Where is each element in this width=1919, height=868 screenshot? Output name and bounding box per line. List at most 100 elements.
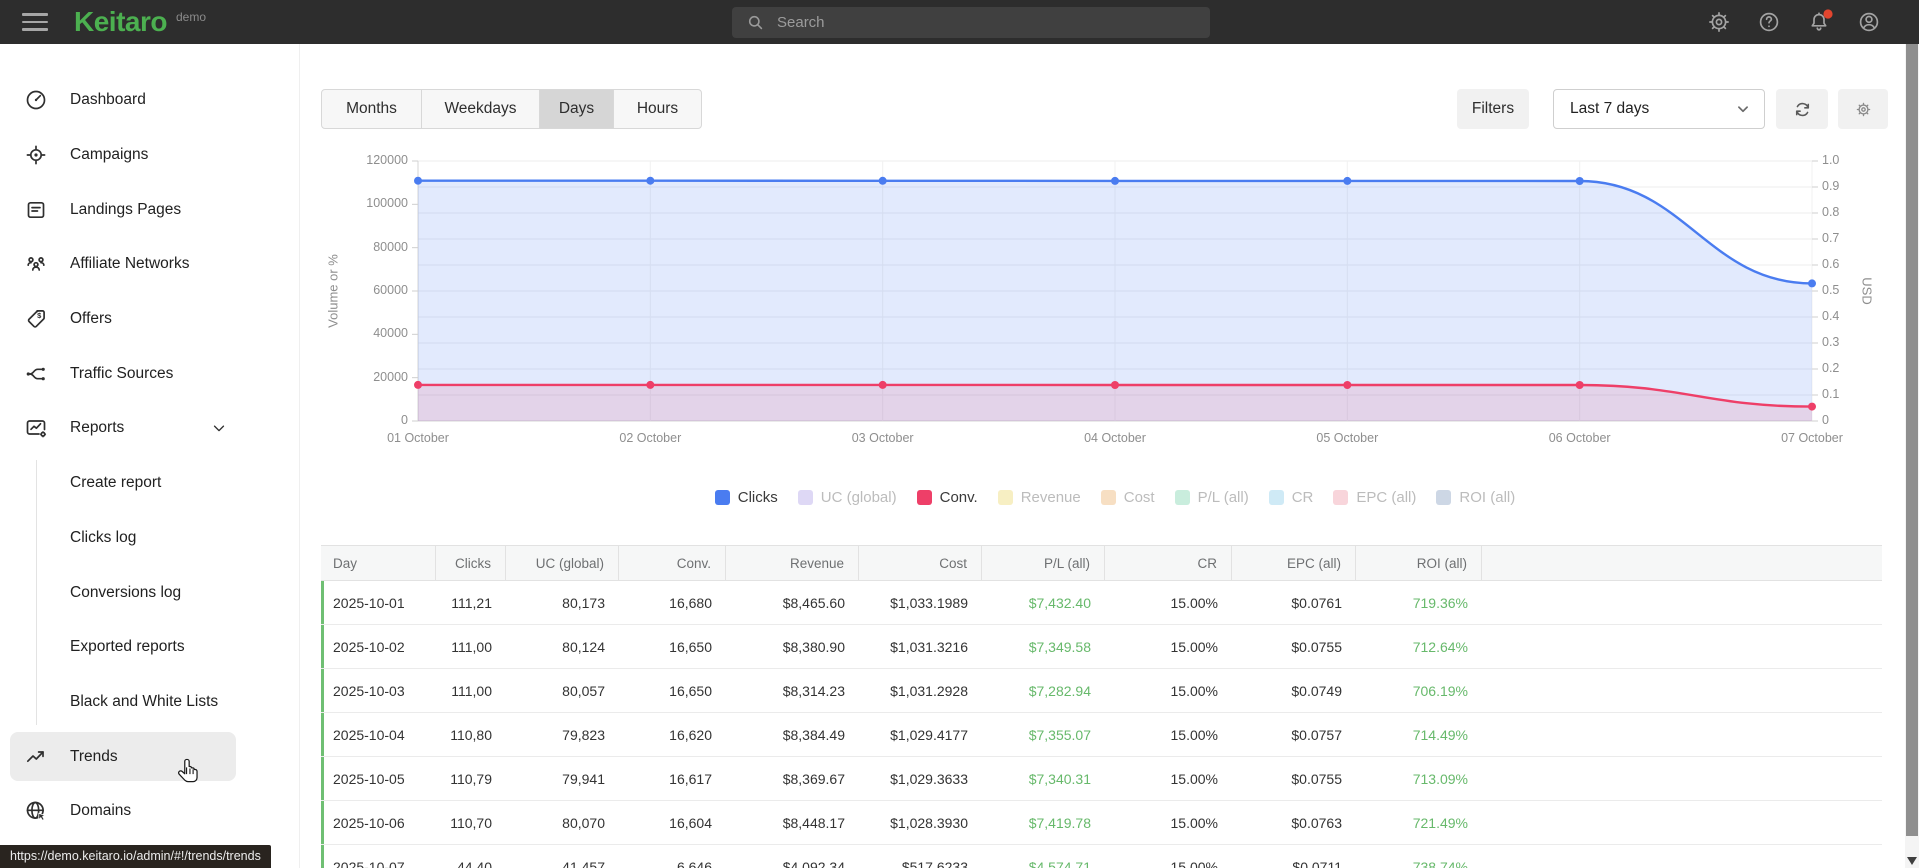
legend-item-clicks[interactable]: Clicks [714, 489, 778, 506]
sidebar-item-label: Conversions log [70, 583, 182, 601]
cell-uc-global: 80,173 [562, 594, 605, 611]
scrollbar-down-arrow-icon[interactable] [1907, 857, 1917, 865]
cell-p-l-all: $7,419.78 [1028, 814, 1091, 831]
cell-filler [1482, 757, 1882, 800]
cell-conv: 16,650 [669, 682, 712, 699]
sidebar-item-conversions-log[interactable]: Conversions log [0, 565, 300, 620]
campaigns-icon [24, 143, 48, 167]
sidebar-item-dashboard[interactable]: Dashboard [0, 73, 300, 128]
vertical-scrollbar[interactable] [1905, 44, 1919, 868]
legend-item-uc-global[interactable]: UC (global) [797, 489, 897, 506]
notification-dot [1823, 9, 1833, 19]
legend-item-conv[interactable]: Conv. [916, 489, 978, 506]
legend-item-p-l-all[interactable]: P/L (all) [1174, 489, 1249, 506]
cell-p-l-all: $7,282.94 [1028, 682, 1091, 699]
dashboard-icon [24, 88, 48, 112]
right-axis-tick: 0.6 [1822, 257, 1840, 271]
column-header-revenue[interactable]: Revenue [726, 546, 859, 580]
account-icon[interactable] [1857, 10, 1881, 34]
x-axis-tick: 06 October [1548, 431, 1611, 445]
tab-months[interactable]: Months [322, 90, 422, 128]
cell-epc-all: $0.0755 [1291, 638, 1342, 655]
left-axis-tick: 60000 [373, 283, 408, 297]
brand-logo[interactable]: Keitaro [74, 6, 167, 38]
cell-revenue: $8,369.67 [782, 770, 845, 787]
column-header-roi-all[interactable]: ROI (all) [1356, 546, 1482, 580]
cell-filler [1482, 801, 1882, 844]
sidebar-item-exported-reports[interactable]: Exported reports [0, 620, 300, 675]
sidebar-item-reports[interactable]: Reports [0, 401, 300, 456]
left-axis-tick: 40000 [373, 326, 408, 341]
legend-swatch [714, 490, 730, 505]
left-axis-tick: 100000 [366, 196, 408, 211]
cell-uc-global: 80,124 [562, 638, 605, 655]
column-header-cost[interactable]: Cost [859, 546, 982, 580]
cell-filler [1482, 713, 1882, 756]
sidebar-item-offers[interactable]: $ Offers [0, 292, 300, 347]
table-row[interactable]: 2025-10-07 44,40 41,457 6,646 $4,092.34 $517.… [321, 845, 1882, 868]
cell-clicks: 111,00 [451, 638, 492, 655]
sidebar-item-domains[interactable]: Domains [0, 784, 300, 839]
cell-conv: 16,680 [669, 594, 712, 611]
legend-item-cr[interactable]: CR [1268, 489, 1313, 506]
sidebar-item-clicks-log[interactable]: Clicks log [0, 511, 300, 566]
gear-icon[interactable] [1707, 10, 1731, 34]
cell-roi-all: 719.36% [1412, 594, 1468, 611]
column-header-clicks[interactable]: Clicks [436, 546, 506, 580]
sidebar-item-landings-pages[interactable]: Landings Pages [0, 182, 300, 237]
cell-conv: 16,620 [669, 726, 712, 743]
legend-label: EPC (all) [1356, 489, 1417, 506]
cell-p-l-all: $4,574.71 [1028, 858, 1091, 868]
sidebar-item-campaigns[interactable]: Campaigns [0, 128, 300, 183]
sidebar-item-create-report[interactable]: Create report [0, 456, 300, 511]
tab-hours[interactable]: Hours [614, 90, 701, 128]
date-range-select[interactable]: Last 7 days [1553, 89, 1765, 129]
table-row[interactable]: 2025-10-01 111,21 80,173 16,680 $8,465.60 $1,… [321, 581, 1882, 625]
search-placeholder: Search [777, 14, 825, 31]
notifications-icon[interactable] [1807, 9, 1833, 34]
scrollbar-thumb[interactable] [1906, 44, 1918, 836]
table-row[interactable]: 2025-10-04 110,80 79,823 16,620 $8,384.49 $1,… [321, 713, 1882, 757]
search-input[interactable]: Search [732, 7, 1210, 38]
column-header-conv[interactable]: Conv. [619, 546, 726, 580]
column-header-cr[interactable]: CR [1105, 546, 1232, 580]
cell-uc-global: 79,941 [562, 770, 605, 787]
cell-epc-all: $0.0749 [1291, 682, 1342, 699]
sidebar-item-black-and-white-lists[interactable]: Black and White Lists [0, 675, 300, 730]
legend-item-epc-all[interactable]: EPC (all) [1333, 489, 1416, 506]
tab-days[interactable]: Days [540, 90, 614, 128]
table-row[interactable]: 2025-10-03 111,00 80,057 16,650 $8,314.23 $1,… [321, 669, 1882, 713]
help-icon[interactable] [1757, 10, 1781, 34]
filters-button[interactable]: Filters [1457, 89, 1529, 129]
tab-weekdays[interactable]: Weekdays [422, 90, 540, 128]
table-row[interactable]: 2025-10-06 110,70 80,070 16,604 $8,448.17 $1,… [321, 801, 1882, 845]
trends-chart[interactable] [412, 160, 1818, 422]
cell-uc-global: 80,070 [562, 814, 605, 831]
legend-item-roi-all[interactable]: ROI (all) [1436, 489, 1515, 506]
trends-table: Day Clicks UC (global) Conv. Revenue Cost P/L … [321, 545, 1882, 868]
table-row[interactable]: 2025-10-02 111,00 80,124 16,650 $8,380.90 $1,… [321, 625, 1882, 669]
x-axis-tick: 03 October [851, 431, 914, 445]
column-header-p-l-all[interactable]: P/L (all) [982, 546, 1105, 580]
x-axis-tick: 01 October [387, 431, 449, 445]
refresh-button[interactable] [1776, 89, 1828, 129]
legend-item-revenue[interactable]: Revenue [997, 489, 1081, 506]
column-header-day[interactable]: Day [321, 546, 436, 580]
legend-item-cost[interactable]: Cost [1100, 489, 1155, 506]
sidebar-item-traffic-sources[interactable]: Traffic Sources [0, 346, 300, 401]
column-header-epc-all[interactable]: EPC (all) [1232, 546, 1356, 580]
affiliate-icon [24, 252, 48, 276]
sidebar-item-trends[interactable]: Trends [0, 729, 300, 784]
hamburger-menu-icon[interactable] [22, 13, 48, 31]
column-header-filler [1482, 546, 1882, 580]
right-axis-tick: 0.1 [1822, 387, 1840, 401]
svg-text:$: $ [37, 311, 42, 320]
cell-cr: 15.00% [1170, 858, 1218, 868]
cell-epc-all: $0.0711 [1292, 858, 1342, 868]
chart-settings-button[interactable] [1838, 89, 1888, 129]
left-axis-tick: 0 [401, 413, 408, 427]
column-header-uc-global[interactable]: UC (global) [506, 546, 619, 580]
sidebar-item-affiliate-networks[interactable]: Affiliate Networks [0, 237, 300, 292]
cell-filler [1482, 625, 1882, 668]
table-row[interactable]: 2025-10-05 110,79 79,941 16,617 $8,369.67 $1,… [321, 757, 1882, 801]
